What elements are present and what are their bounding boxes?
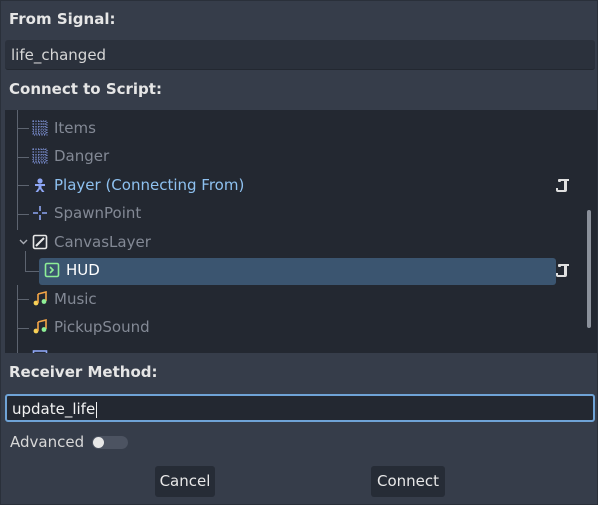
advanced-label: Advanced: [10, 433, 85, 451]
character-body-icon: [35, 178, 45, 192]
tilemap-icon: [32, 120, 48, 136]
advanced-toggle[interactable]: [92, 436, 128, 449]
script-icon[interactable]: [555, 177, 571, 193]
from-signal-label: From Signal:: [9, 10, 116, 28]
cancel-button[interactable]: Cancel: [155, 466, 215, 497]
audio-stream-player-icon: [33, 319, 47, 334]
tree-item-label: Danger: [54, 147, 110, 165]
tree-item-label: PickupSound: [54, 318, 150, 336]
receiver-method-value: update_life: [12, 400, 96, 418]
connect-button[interactable]: Connect: [371, 466, 445, 497]
control-icon: [44, 262, 60, 278]
tree-item-pickupsound[interactable]: PickupSound: [5, 314, 597, 342]
tree-item-label: CanvasLayer: [54, 233, 151, 251]
toggle-knob: [93, 437, 104, 448]
from-signal-field[interactable]: life_changed: [5, 40, 595, 70]
tree-item-danger[interactable]: Danger: [5, 143, 597, 171]
tree-item-partial[interactable]: [5, 343, 597, 353]
selection-highlight: [39, 258, 556, 285]
receiver-method-label: Receiver Method:: [9, 363, 158, 381]
tree-item-music[interactable]: Music: [5, 286, 597, 314]
chevron-down-icon[interactable]: [19, 239, 28, 245]
text-caret: [96, 401, 98, 418]
tree-item-label: HUD: [66, 261, 100, 279]
tilemap-icon: [32, 148, 48, 164]
tree-item-label: SpawnPoint: [54, 204, 142, 222]
canvas-layer-icon: [32, 234, 48, 250]
connect-to-script-label: Connect to Script:: [9, 80, 162, 98]
tree-item-canvaslayer[interactable]: CanvasLayer: [5, 229, 597, 257]
tree-item-label: Music: [54, 290, 97, 308]
tree-item-label: Player (Connecting From): [54, 176, 245, 194]
tree-item-label: Items: [54, 119, 96, 137]
audio-stream-player-icon: [33, 291, 47, 306]
connect-signal-dialog: From Signal: life_changed Connect to Scr…: [0, 0, 598, 505]
tree-item-player[interactable]: Player (Connecting From): [5, 172, 597, 200]
marker-icon: [33, 206, 47, 220]
receiver-method-input[interactable]: update_life: [5, 394, 595, 422]
tree-item-spawnpoint[interactable]: SpawnPoint: [5, 200, 597, 228]
tree-item-hud[interactable]: HUD: [5, 257, 597, 285]
script-icon[interactable]: [555, 262, 571, 278]
tree-scrollbar[interactable]: [587, 210, 591, 328]
scene-tree[interactable]: Items Danger Player (Connecting From) Sp…: [5, 110, 597, 353]
node-icon: [32, 350, 48, 353]
tree-item-items[interactable]: Items: [5, 115, 597, 143]
